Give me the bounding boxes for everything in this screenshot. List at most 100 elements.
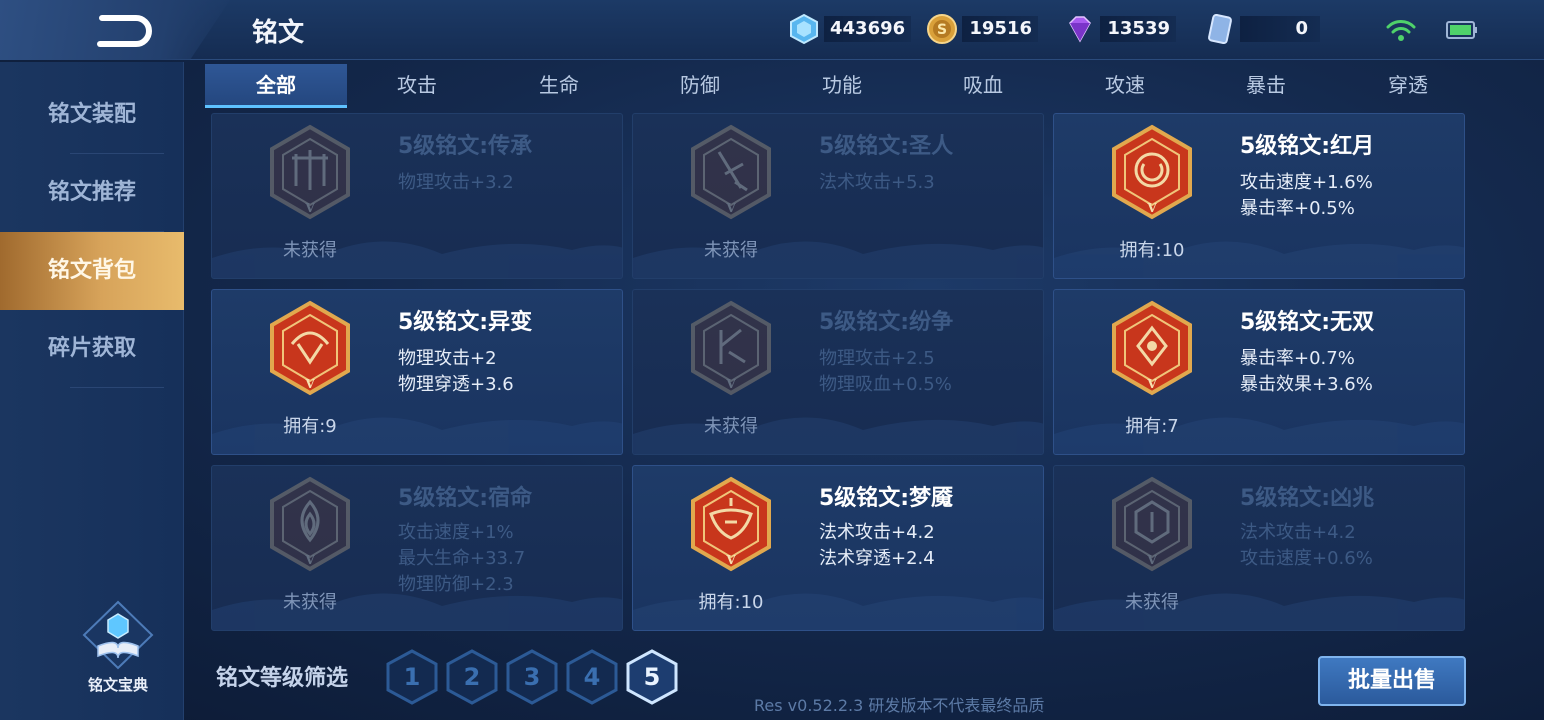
crystal-resource: 443696 [788,12,912,46]
category-tabs: 全部 攻击 生命 防御 功能 吸血 攻速 暴击 穿透 [205,64,1480,108]
back-arrow-icon[interactable] [96,12,156,50]
tab-all[interactable]: 全部 [205,64,347,108]
inscription-card[interactable]: V 5级铭文:圣人 法术攻击+5.3 未获得 [632,113,1044,279]
level-number: 4 [583,663,601,691]
codex-book-icon [82,600,154,670]
sidebar-item-label: 铭文装配 [47,102,136,127]
inscription-owned: 拥有:10 [1119,240,1185,261]
inscription-gem-icon: V [1112,476,1192,572]
inscription-card[interactable]: V 5级铭文:宿命 攻击速度+1% 最大生命+33.7 物理防御+2.3 未获得 [211,465,623,631]
inscription-gem-icon: V [691,300,771,396]
inscription-gem-icon: V [270,476,350,572]
card-ticket-icon [1208,13,1232,45]
sidebar-item-label: 碎片获取 [47,336,136,361]
codex-button[interactable]: 铭文宝典 [78,600,158,700]
inscription-gem-icon: V [270,300,350,396]
bulk-sell-button[interactable]: 批量出售 [1318,656,1466,706]
inscription-card[interactable]: V 5级铭文:传承 物理攻击+3.2 未获得 [211,113,623,279]
sidebar: 铭文装配 铭文推荐 铭文背包 碎片获取 铭文宝典 [0,62,184,720]
inscription-attr: 攻击速度+0.6% [1240,548,1373,569]
level-filter-4[interactable]: 4 [565,648,619,706]
divider [70,387,164,388]
inscription-gem-icon: V [270,124,350,220]
inscription-owned: 拥有:7 [1125,416,1179,437]
inscription-owned: 未获得 [1125,592,1179,613]
diamond-count: 13539 [1100,16,1176,42]
level-filter-2[interactable]: 2 [445,648,499,706]
inscription-owned: 未获得 [704,240,758,261]
inscription-attr: 最大生命+33.7 [398,548,526,569]
inscription-card[interactable]: V 5级铭文:无双 暴击率+0.7% 暴击效果+3.6% 拥有:7 [1053,289,1465,455]
inscription-attr: 法术攻击+4.2 [819,522,935,543]
inscription-owned: 未获得 [704,416,758,437]
tab-penetration[interactable]: 穿透 [1337,64,1479,108]
sidebar-item-label: 铭文背包 [47,258,136,283]
inscription-attr: 暴击效果+3.6% [1240,374,1373,395]
card-count: 0 [1240,16,1320,42]
inscription-card[interactable]: V 5级铭文:凶兆 法术攻击+4.2 攻击速度+0.6% 未获得 [1053,465,1465,631]
level-filter-label: 铭文等级筛选 [216,666,349,691]
level-filter-5[interactable]: 5 [625,648,679,706]
inscription-card[interactable]: V 5级铭文:梦魇 法术攻击+4.2 法术穿透+2.4 拥有:10 [632,465,1044,631]
inscription-attr: 物理攻击+2.5 [819,348,935,369]
page-title: 铭文 [252,18,305,48]
inscription-gem-icon: V [691,124,771,220]
svg-text:V: V [1146,377,1157,391]
diamond-icon [1069,16,1091,43]
inscription-attr: 物理防御+2.3 [398,574,514,595]
card-resource: 0 [1204,12,1320,46]
level-number: 3 [523,663,541,691]
level-filter-1[interactable]: 1 [385,648,439,706]
inscription-card[interactable]: V 5级铭文:红月 攻击速度+1.6% 暴击率+0.5% 拥有:10 [1053,113,1465,279]
tab-lifesteal[interactable]: 吸血 [912,64,1054,108]
svg-text:V: V [304,553,315,567]
sidebar-item-equip[interactable]: 铭文装配 [0,76,184,154]
tab-defense[interactable]: 防御 [629,64,771,108]
sidebar-item-backpack[interactable]: 铭文背包 [0,232,184,310]
inscription-owned: 拥有:9 [283,416,337,437]
inscription-gem-icon: V [1112,124,1192,220]
inscription-attr: 攻击速度+1% [398,522,514,543]
version-text: Res v0.52.2.3 研发版本不代表最终品质 [754,696,1045,715]
inscription-name: 5级铭文:圣人 [819,134,954,159]
inscription-owned: 拥有:10 [698,592,764,613]
inscription-card[interactable]: V 5级铭文:异变 物理攻击+2 物理穿透+3.6 拥有:9 [211,289,623,455]
inscription-attr: 物理穿透+3.6 [398,374,514,395]
inscription-attr: 物理攻击+3.2 [398,172,514,193]
inscription-attr: 物理吸血+0.5% [819,374,952,395]
tab-health[interactable]: 生命 [488,64,630,108]
tab-attack-speed[interactable]: 攻速 [1054,64,1196,108]
tab-utility[interactable]: 功能 [771,64,913,108]
top-bar: 铭文 443696 S 19516 13539 0 [0,0,1544,60]
level-number: 5 [643,663,661,691]
tab-attack[interactable]: 攻击 [346,64,488,108]
inscription-attr: 物理攻击+2 [398,348,497,369]
gold-coin-icon: S [927,14,957,44]
level-number: 1 [403,663,421,691]
inscription-attr: 法术攻击+4.2 [1240,522,1356,543]
inscription-attr: 法术攻击+5.3 [819,172,935,193]
crystal-count: 443696 [824,16,912,42]
level-number: 2 [463,663,481,691]
inscription-name: 5级铭文:纷争 [819,310,954,335]
gold-count: 19516 [962,16,1038,42]
inscription-name: 5级铭文:无双 [1240,310,1375,335]
svg-text:V: V [304,201,315,215]
inscription-attr: 法术穿透+2.4 [819,548,935,569]
sidebar-item-recommend[interactable]: 铭文推荐 [0,154,184,232]
level-filter-3[interactable]: 3 [505,648,559,706]
inscription-card[interactable]: V 5级铭文:纷争 物理攻击+2.5 物理吸血+0.5% 未获得 [632,289,1044,455]
inscription-gem-icon: V [1112,300,1192,396]
sidebar-item-fragments[interactable]: 碎片获取 [0,310,184,388]
inscription-name: 5级铭文:梦魇 [819,486,954,511]
battery-icon [1446,21,1477,39]
inscription-attr: 暴击率+0.5% [1240,198,1355,219]
wifi-icon [1386,20,1416,41]
diamond-resource: 13539 [1064,12,1176,46]
inscription-attr: 暴击率+0.7% [1240,348,1355,369]
tab-crit[interactable]: 暴击 [1195,64,1337,108]
svg-text:V: V [725,553,736,567]
inscription-owned: 未获得 [283,240,337,261]
inscription-name: 5级铭文:宿命 [398,486,533,511]
inscription-name: 5级铭文:红月 [1240,134,1375,159]
